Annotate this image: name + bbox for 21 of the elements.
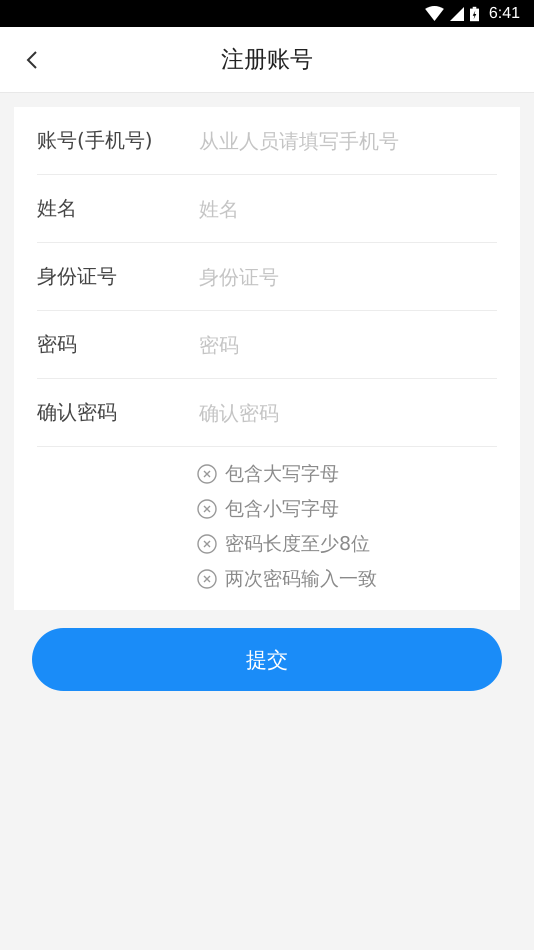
- rule-text: 包含小写字母: [225, 497, 339, 522]
- field-label: 密码: [37, 331, 78, 358]
- input-field[interactable]: 身份证号: [197, 264, 497, 290]
- input-field[interactable]: 密码: [197, 332, 497, 358]
- field-label: 账号(手机号): [37, 127, 154, 154]
- chevron-left-icon: [26, 50, 38, 70]
- input-field[interactable]: 姓名: [197, 196, 497, 222]
- rule-text: 密码长度至少8位: [225, 532, 370, 557]
- rule-text: 包含大写字母: [225, 462, 339, 487]
- field-label: 确认密码: [37, 399, 118, 426]
- wifi-icon: [424, 6, 444, 21]
- input-field[interactable]: 确认密码: [197, 400, 497, 426]
- rule-text: 两次密码输入一致: [225, 567, 377, 592]
- signal-icon: [450, 6, 464, 20]
- page-title: 注册账号: [221, 46, 313, 75]
- input-field[interactable]: 从业人员请填写手机号: [197, 128, 497, 154]
- field-label: 身份证号: [37, 263, 118, 290]
- field-label: 姓名: [37, 195, 78, 222]
- clock-time: 6:41: [488, 4, 520, 22]
- battery-icon: [470, 6, 479, 22]
- submit-button[interactable]: 提交: [32, 628, 502, 691]
